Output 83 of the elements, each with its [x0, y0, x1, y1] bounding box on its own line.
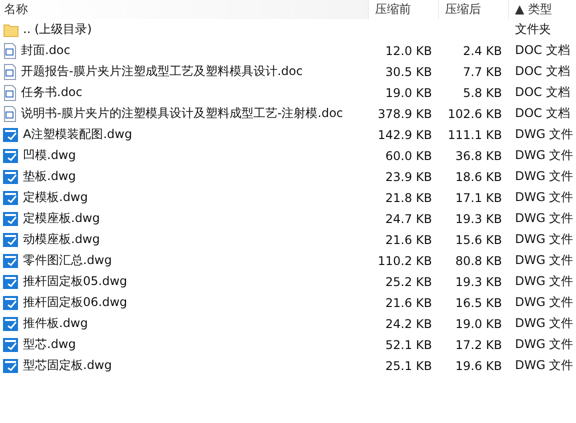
original-size: 110.2 KB — [378, 254, 433, 268]
file-type: 文件夹 — [514, 21, 552, 38]
file-type: DWG 文件 — [514, 210, 574, 227]
drawing-file-icon — [3, 168, 19, 184]
drawing-file-icon — [3, 294, 19, 310]
file-name[interactable]: 垫板.dwg — [23, 168, 76, 185]
compressed-size: 17.1 KB — [455, 190, 503, 204]
compressed-size: 111.1 KB — [448, 128, 503, 142]
file-type: DWG 文件 — [514, 357, 574, 374]
file-name[interactable]: A注塑模装配图.dwg — [23, 126, 132, 143]
original-size: 30.5 KB — [385, 64, 433, 78]
document-icon — [3, 84, 17, 100]
file-name[interactable]: 推杆固定板05.dwg — [23, 273, 128, 290]
compressed-size: 19.6 KB — [455, 358, 503, 372]
file-type: DWG 文件 — [514, 147, 574, 164]
original-size: 21.6 KB — [385, 296, 433, 310]
file-type: DWG 文件 — [514, 336, 574, 353]
folder-icon — [3, 22, 19, 36]
drawing-file-icon — [3, 274, 19, 290]
file-type: DOC 文档 — [514, 63, 571, 80]
drawing-file-icon — [3, 336, 19, 352]
original-size: 142.9 KB — [378, 128, 433, 142]
original-size: 24.7 KB — [385, 212, 433, 226]
compressed-size: 16.5 KB — [455, 296, 503, 310]
document-icon — [3, 64, 17, 80]
file-type: DWG 文件 — [514, 315, 574, 332]
file-type: DWG 文件 — [514, 294, 574, 311]
drawing-file-icon — [3, 190, 19, 206]
drawing-file-icon — [3, 252, 19, 268]
drawing-file-icon — [3, 316, 19, 332]
file-name[interactable]: 型芯.dwg — [23, 336, 76, 353]
original-size: 19.0 KB — [385, 86, 433, 100]
file-name[interactable]: 开题报告-膜片夹片注塑成型工艺及塑料模具设计.doc — [21, 63, 303, 80]
file-name[interactable]: 定模座板.dwg — [23, 210, 100, 227]
compressed-size: 5.8 KB — [463, 86, 503, 100]
compressed-size: 19.0 KB — [455, 316, 503, 330]
compressed-size: 80.8 KB — [455, 254, 503, 268]
compressed-size: 7.7 KB — [463, 64, 503, 78]
original-size: 60.0 KB — [385, 148, 433, 162]
file-name[interactable]: 凹模.dwg — [23, 147, 76, 164]
original-size: 25.2 KB — [385, 274, 433, 288]
file-type: DWG 文件 — [514, 252, 574, 269]
file-name[interactable]: 推杆固定板06.dwg — [23, 294, 128, 311]
drawing-file-icon — [3, 232, 19, 248]
file-type: DWG 文件 — [514, 189, 574, 206]
compressed-size: 17.2 KB — [455, 338, 503, 352]
drawing-file-icon — [3, 358, 19, 374]
original-size: 24.2 KB — [385, 316, 433, 330]
compressed-size: 19.3 KB — [455, 212, 503, 226]
file-name[interactable]: 推件板.dwg — [23, 315, 88, 332]
compressed-size: 102.6 KB — [448, 106, 503, 120]
file-name[interactable]: 型芯固定板.dwg — [23, 357, 112, 374]
file-name[interactable]: 任务书.doc — [21, 84, 82, 101]
file-name[interactable]: 动模座板.dwg — [23, 231, 100, 248]
file-type: DOC 文档 — [514, 84, 571, 101]
drawing-file-icon — [3, 126, 19, 142]
original-size: 378.9 KB — [378, 106, 433, 120]
drawing-file-icon — [3, 210, 19, 226]
compressed-size: 19.3 KB — [455, 274, 503, 288]
compressed-size: 36.8 KB — [455, 148, 503, 162]
compressed-size: 18.6 KB — [455, 170, 503, 184]
original-size: 21.8 KB — [385, 190, 433, 204]
original-size: 23.9 KB — [385, 170, 433, 184]
file-name[interactable]: .. (上级目录) — [23, 21, 92, 38]
original-size: 25.1 KB — [385, 358, 433, 372]
file-name[interactable]: 说明书-膜片夹片的注塑模具设计及塑料成型工艺-注射模.doc — [21, 105, 344, 122]
compressed-size: 2.4 KB — [463, 44, 503, 58]
file-name[interactable]: 封面.doc — [21, 42, 70, 59]
document-icon — [3, 42, 17, 58]
file-type: DOC 文档 — [514, 105, 571, 122]
file-type: DWG 文件 — [514, 273, 574, 290]
original-size: 52.1 KB — [385, 338, 433, 352]
file-type: DWG 文件 — [514, 168, 574, 185]
document-icon — [3, 106, 17, 122]
file-name[interactable]: 零件图汇总.dwg — [23, 252, 112, 269]
original-size: 21.6 KB — [385, 232, 433, 246]
compressed-size: 15.6 KB — [455, 232, 503, 246]
file-type: DWG 文件 — [514, 126, 574, 143]
file-name[interactable]: 定模板.dwg — [23, 189, 88, 206]
drawing-file-icon — [3, 148, 19, 164]
file-type: DOC 文档 — [514, 42, 571, 59]
file-type: DWG 文件 — [514, 231, 574, 248]
original-size: 12.0 KB — [385, 44, 433, 58]
